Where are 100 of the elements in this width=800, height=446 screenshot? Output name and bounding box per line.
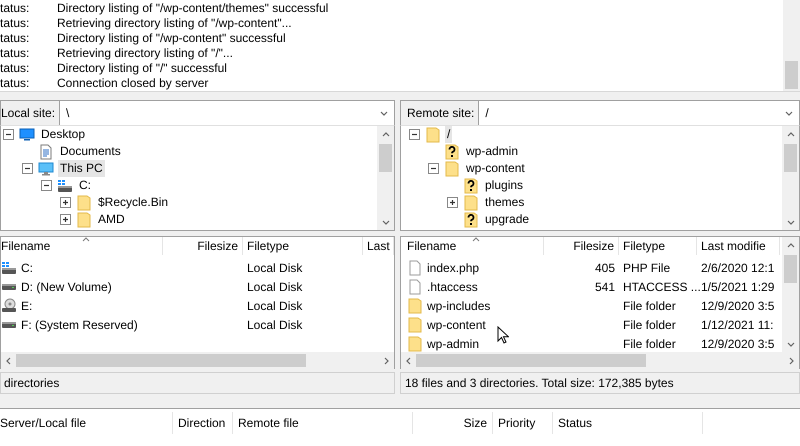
folder-icon xyxy=(77,212,91,228)
file-size: 541 xyxy=(594,280,615,294)
file-type: Local Disk xyxy=(247,318,302,332)
tree-item[interactable]: plugins xyxy=(483,177,526,194)
mouse-pointer-icon xyxy=(497,326,509,344)
log-message: Retrieving directory listing of "/"... xyxy=(57,46,233,61)
tree-item[interactable]: upgrade xyxy=(483,211,532,228)
log-label: tatus: xyxy=(0,31,30,46)
log-message: Connection closed by server xyxy=(57,76,208,91)
file-name: index.php xyxy=(427,260,480,274)
chevron-left-icon xyxy=(6,356,11,364)
scroll-thumb[interactable] xyxy=(785,61,798,89)
scroll-thumb[interactable] xyxy=(16,354,306,367)
file-name: D: (New Volume) xyxy=(21,280,112,294)
folder-icon xyxy=(77,194,91,210)
chevron-up-icon xyxy=(382,132,390,136)
column-header[interactable]: Direction xyxy=(173,412,233,434)
scrollbar[interactable] xyxy=(782,237,799,352)
file-name: F: (System Reserved) xyxy=(21,318,138,332)
file-name: wp-content xyxy=(427,318,486,332)
modified-date: 1/12/2021 11: xyxy=(701,318,774,332)
status-text: 18 files and 3 directories. Total size: 172,385 bytes xyxy=(400,372,800,394)
expand-icon[interactable] xyxy=(60,214,71,225)
monitor-icon xyxy=(38,162,54,176)
scroll-thumb[interactable] xyxy=(784,255,797,283)
tree-item[interactable]: themes xyxy=(483,194,526,211)
folder-icon xyxy=(408,298,422,314)
scroll-thumb[interactable] xyxy=(416,354,646,367)
collapse-icon[interactable] xyxy=(3,129,14,140)
collapse-icon[interactable] xyxy=(428,163,439,174)
collapse-icon[interactable] xyxy=(409,129,420,140)
file-type: HTACCESS ... xyxy=(623,280,701,294)
file-name: .htaccess xyxy=(427,280,478,294)
scrollbar[interactable] xyxy=(783,0,800,91)
chevron-right-icon xyxy=(384,356,389,364)
column-header[interactable]: Remote file xyxy=(233,412,413,434)
file-type: PHP File xyxy=(623,260,670,274)
modified-date: 12/9/2020 3:5 xyxy=(701,336,774,350)
file-type: Local Disk xyxy=(247,298,302,312)
modified-date: 2/6/2020 12:1 xyxy=(701,260,774,274)
scroll-thumb[interactable] xyxy=(784,144,797,172)
column-header[interactable]: Filesize xyxy=(544,237,619,255)
tree-item[interactable]: Desktop xyxy=(39,126,88,143)
question-folder-icon xyxy=(445,144,459,160)
scroll-thumb[interactable] xyxy=(379,144,392,172)
column-header[interactable]: Priority xyxy=(493,412,553,434)
folder-icon xyxy=(426,126,440,142)
collapse-icon[interactable] xyxy=(22,163,33,174)
tree-item[interactable]: $Recycle.Bin xyxy=(96,194,170,211)
log-label: tatus: xyxy=(0,1,30,16)
status-text: directories xyxy=(0,372,395,394)
log-label: tatus: xyxy=(0,16,30,31)
column-header[interactable]: Server/Local file xyxy=(0,412,173,434)
chevron-down-icon xyxy=(382,220,390,224)
scrollbar[interactable] xyxy=(377,126,394,230)
question-folder-icon xyxy=(464,212,478,228)
chevron-left-icon xyxy=(406,356,411,364)
column-header[interactable]: Filetype xyxy=(619,237,697,255)
tree-item[interactable]: wp-admin xyxy=(464,143,520,160)
file-type: Local Disk xyxy=(247,280,302,294)
file-name: E: xyxy=(21,298,32,312)
tree-item[interactable]: This PC xyxy=(58,160,105,177)
monitor-icon xyxy=(19,128,35,142)
expand-icon[interactable] xyxy=(60,197,71,208)
column-header[interactable]: Filetype xyxy=(243,237,363,255)
file-icon xyxy=(409,278,421,294)
disc-drive-icon xyxy=(1,298,17,313)
column-header[interactable]: Filename xyxy=(1,237,163,255)
folder-icon xyxy=(408,336,422,352)
tree-item[interactable]: C: xyxy=(77,177,93,194)
tree-item[interactable]: / xyxy=(445,126,452,143)
column-header[interactable]: Last modifie xyxy=(697,237,780,255)
tree-item[interactable]: AMD xyxy=(96,211,127,228)
scrollbar[interactable] xyxy=(0,352,395,369)
expand-icon[interactable] xyxy=(447,197,458,208)
file-type: File folder xyxy=(623,336,676,350)
log-label: tatus: xyxy=(0,46,30,61)
file-icon xyxy=(409,260,421,276)
log-message: Directory listing of "/wp-content" successful xyxy=(57,31,286,46)
column-header[interactable]: Last xyxy=(363,237,394,255)
chevron-right-icon xyxy=(789,356,794,364)
file-size: 405 xyxy=(594,260,615,274)
column-header[interactable]: Filename xyxy=(401,237,544,255)
tree-item[interactable]: Documents xyxy=(58,143,123,160)
scrollbar[interactable] xyxy=(400,352,800,369)
document-icon xyxy=(40,144,52,160)
chevron-up-icon xyxy=(786,242,794,248)
question-folder-icon xyxy=(464,178,478,194)
folder-icon xyxy=(464,194,478,210)
file-name: wp-admin xyxy=(427,336,480,350)
column-header[interactable]: Status xyxy=(553,412,703,434)
chevron-down-icon xyxy=(786,220,794,224)
collapse-icon[interactable] xyxy=(41,180,52,191)
log-message: Directory listing of "/wp-content/themes" successful xyxy=(57,1,328,16)
scrollbar[interactable] xyxy=(782,126,799,230)
folder-icon xyxy=(445,160,459,176)
tree-item[interactable]: wp-content xyxy=(464,160,527,177)
column-header[interactable]: Size xyxy=(413,412,493,434)
sort-caret-icon xyxy=(82,237,90,242)
column-header[interactable]: Filesize xyxy=(163,237,243,255)
